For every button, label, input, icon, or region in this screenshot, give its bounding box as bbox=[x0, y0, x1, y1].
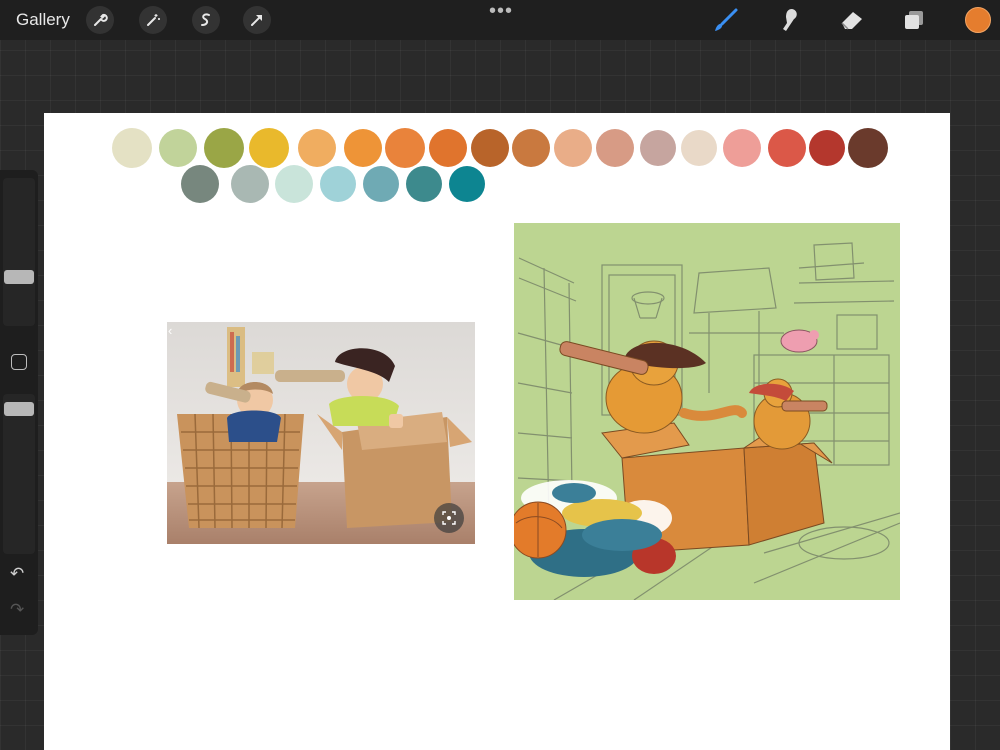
color-swatch bbox=[768, 129, 806, 167]
redo-icon[interactable]: ↷ bbox=[10, 600, 24, 620]
color-swatch bbox=[344, 129, 382, 167]
eraser-icon[interactable] bbox=[838, 6, 866, 34]
color-swatch bbox=[181, 165, 219, 203]
undo-icon[interactable]: ↶ bbox=[10, 564, 24, 584]
brush-size-slider[interactable] bbox=[3, 178, 35, 326]
top-toolbar: Gallery ••• bbox=[0, 0, 1000, 40]
color-swatch bbox=[231, 165, 269, 203]
color-swatch bbox=[159, 129, 197, 167]
left-sidebar: ↶ ↷ bbox=[0, 170, 38, 635]
modify-button[interactable] bbox=[11, 354, 27, 370]
color-swatch bbox=[449, 166, 485, 202]
gallery-button[interactable]: Gallery bbox=[16, 10, 70, 30]
more-options-button[interactable]: ••• bbox=[489, 1, 513, 21]
color-swatch bbox=[554, 129, 592, 167]
brush-size-thumb[interactable] bbox=[4, 270, 34, 284]
selection-icon[interactable] bbox=[192, 6, 220, 34]
color-swatch bbox=[385, 128, 425, 168]
color-swatch bbox=[681, 130, 717, 166]
color-swatch bbox=[512, 129, 550, 167]
color-swatch bbox=[809, 130, 845, 166]
reference-back-icon[interactable]: ‹ bbox=[168, 323, 172, 338]
opacity-thumb[interactable] bbox=[4, 402, 34, 416]
color-swatch bbox=[848, 128, 888, 168]
color-swatch bbox=[112, 128, 152, 168]
brush-icon[interactable] bbox=[712, 6, 740, 34]
color-swatch bbox=[363, 166, 399, 202]
color-swatch bbox=[640, 130, 676, 166]
magic-wand-icon[interactable] bbox=[139, 6, 167, 34]
wrench-icon[interactable] bbox=[86, 6, 114, 34]
current-color-button[interactable] bbox=[965, 7, 991, 33]
reference-photo[interactable] bbox=[167, 322, 475, 544]
color-swatch bbox=[320, 166, 356, 202]
color-swatch bbox=[406, 166, 442, 202]
smudge-icon[interactable] bbox=[776, 6, 804, 34]
color-swatch bbox=[275, 165, 313, 203]
transform-arrow-icon[interactable] bbox=[243, 6, 271, 34]
color-swatch bbox=[723, 129, 761, 167]
reference-scan-icon[interactable] bbox=[434, 503, 464, 533]
color-swatch bbox=[204, 128, 244, 168]
layers-icon[interactable] bbox=[900, 6, 928, 34]
color-swatch bbox=[249, 128, 289, 168]
color-swatch bbox=[298, 129, 336, 167]
color-swatch bbox=[596, 129, 634, 167]
opacity-slider[interactable] bbox=[3, 394, 35, 554]
sketch-artwork[interactable] bbox=[514, 223, 900, 600]
color-swatch bbox=[471, 129, 509, 167]
color-swatch bbox=[429, 129, 467, 167]
